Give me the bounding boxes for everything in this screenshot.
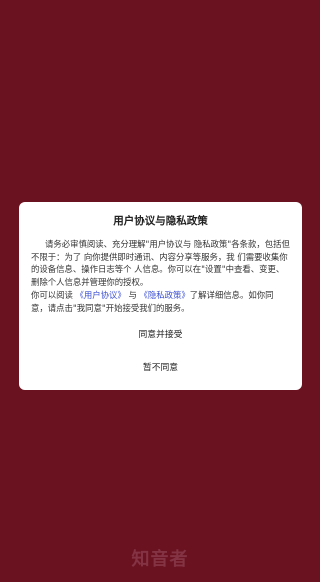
dialog-body: 请务必审慎阅读、充分理解"用户协议与 隐私政策"各条款，包括但不限于：为了 向你… bbox=[31, 238, 290, 314]
app-screen: 用户协议与隐私政策 请务必审慎阅读、充分理解"用户协议与 隐私政策"各条款，包括… bbox=[0, 0, 320, 582]
read-documents-paragraph: 你可以阅读 《用户协议》 与 《隐私政策》了解详细信息。如你同意，请点击"我同意… bbox=[31, 289, 290, 314]
user-agreement-link[interactable]: 《用户协议》 bbox=[76, 290, 126, 300]
consent-paragraph: 请务必审慎阅读、充分理解"用户协议与 隐私政策"各条款，包括但不限于：为了 向你… bbox=[31, 239, 290, 288]
privacy-policy-link[interactable]: 《隐私政策》 bbox=[140, 290, 190, 300]
accept-button[interactable]: 同意并接受 bbox=[19, 328, 302, 342]
privacy-consent-dialog: 用户协议与隐私政策 请务必审慎阅读、充分理解"用户协议与 隐私政策"各条款，包括… bbox=[19, 202, 302, 390]
dialog-title: 用户协议与隐私政策 bbox=[113, 215, 208, 227]
and-text: 与 bbox=[128, 289, 137, 300]
decline-button[interactable]: 暂不同意 bbox=[19, 361, 302, 375]
brand-watermark: 知音者 bbox=[131, 549, 189, 570]
read-prefix-text: 你可以阅读 bbox=[31, 289, 73, 300]
